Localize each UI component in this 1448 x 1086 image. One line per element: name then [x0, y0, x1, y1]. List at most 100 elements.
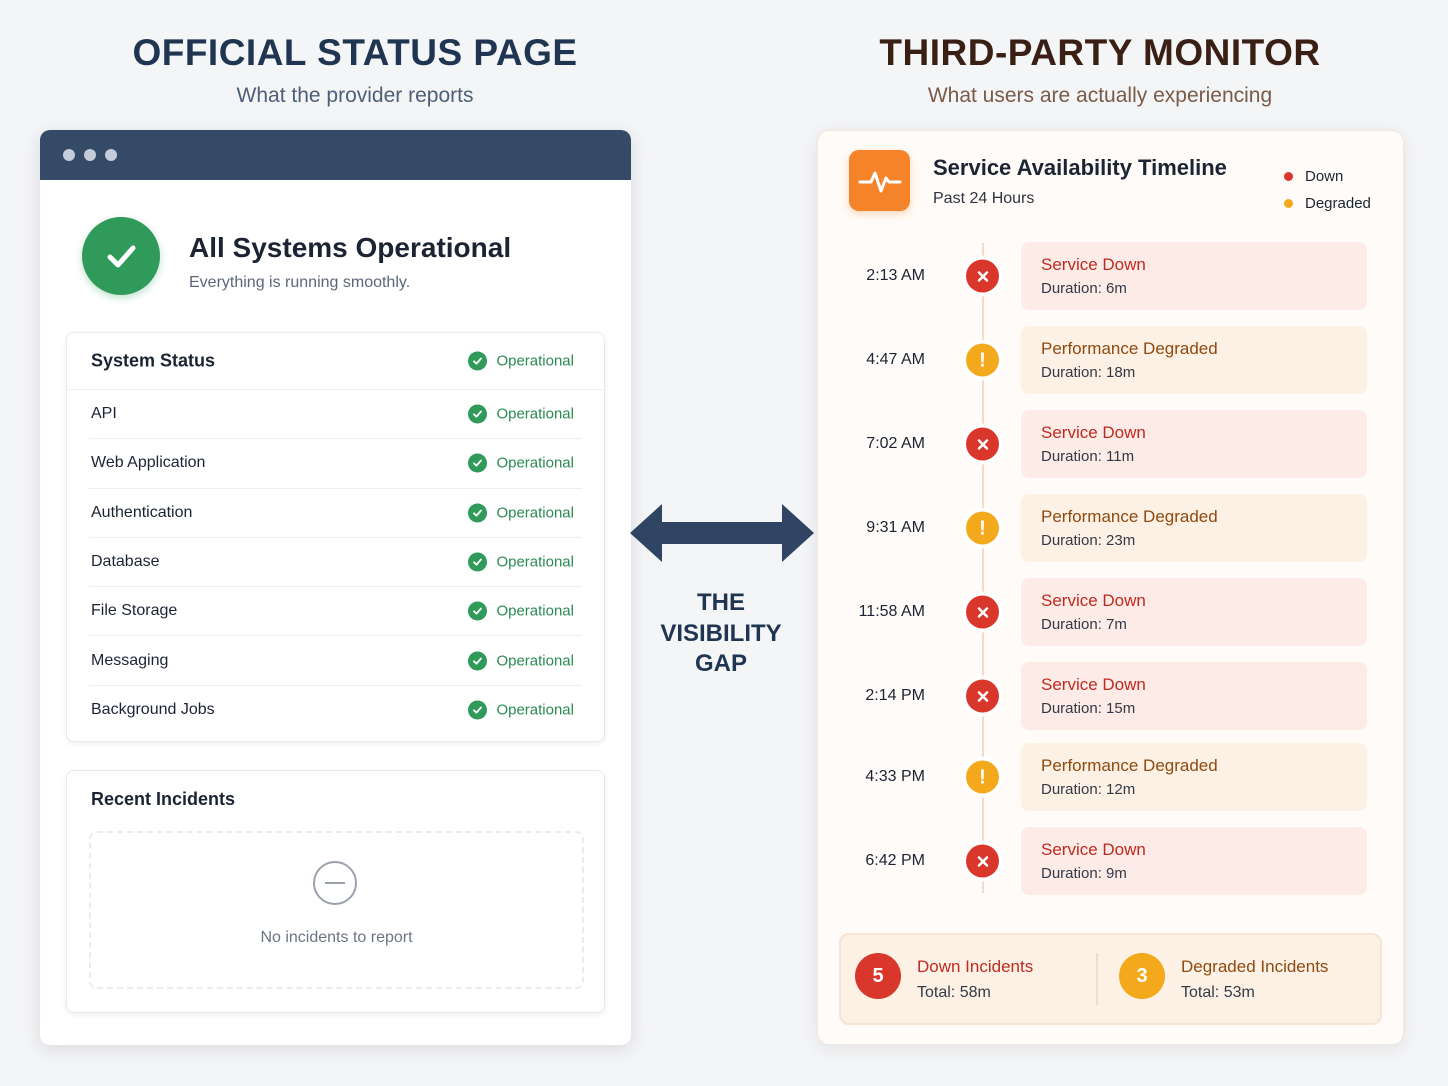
check-icon	[468, 453, 488, 473]
component-status: Operational	[468, 700, 574, 720]
event-duration: Duration: 11m	[1041, 448, 1135, 465]
check-icon	[468, 552, 488, 572]
monitor-panel: Service Availability Timeline Past 24 Ho…	[817, 130, 1404, 1045]
event-time: 11:58 AM	[858, 603, 925, 620]
event-card[interactable]: Service Down Duration: 6m	[1021, 242, 1367, 310]
event-time: 4:47 AM	[866, 351, 925, 368]
hero-subtitle: Everything is running smoothly.	[189, 274, 411, 291]
system-status-card: System Status Operational API Operationa…	[66, 332, 605, 742]
legend-dot-down	[1284, 172, 1293, 181]
summary-degraded: 3 Degraded Incidents Total: 53m	[1098, 935, 1382, 1023]
component-name: File Storage	[91, 602, 178, 620]
event-card[interactable]: Performance Degraded Duration: 23m	[1021, 494, 1367, 562]
event-card[interactable]: Performance Degraded Duration: 18m	[1021, 326, 1367, 394]
status-label: Operational	[496, 602, 574, 620]
legend-label: Degraded	[1305, 195, 1371, 212]
component-name: Background Jobs	[91, 701, 215, 719]
event-label: Performance Degraded	[1041, 756, 1218, 775]
recent-incidents-title: Recent Incidents	[91, 789, 236, 809]
event-label: Service Down	[1041, 423, 1146, 442]
window-dot-3[interactable]	[105, 149, 117, 161]
third-party-title: THIRD-PARTY MONITOR	[879, 32, 1321, 73]
component-status: Operational	[468, 601, 574, 621]
component-name: Messaging	[91, 651, 169, 669]
event-card[interactable]: Service Down Duration: 7m	[1021, 578, 1367, 646]
status-label: Operational	[496, 454, 574, 472]
degraded-incidents-total: Total: 53m	[1181, 984, 1255, 1001]
check-icon	[468, 651, 488, 671]
status-row-background-jobs: Background Jobs Operational	[89, 686, 582, 735]
gap-label-line-1: THE	[697, 589, 745, 616]
event-card[interactable]: Service Down Duration: 9m	[1021, 827, 1367, 895]
timeline-event: 2:13 AM Service Down Duration: 6m	[818, 242, 1405, 310]
exclamation-circle-icon: !	[966, 343, 999, 377]
minus-circle-icon	[313, 861, 357, 905]
incident-summary: 5 Down Incidents Total: 58m 3 Degraded I…	[839, 933, 1382, 1025]
window-dot-2[interactable]	[84, 149, 96, 161]
summary-down: 5 Down Incidents Total: 58m	[841, 935, 1096, 1023]
x-circle-icon	[966, 259, 999, 293]
degraded-count-badge: 3	[1119, 953, 1165, 999]
status-row-api: API Operational	[89, 390, 582, 440]
x-circle-icon	[966, 595, 999, 629]
down-incidents-total: Total: 58m	[917, 984, 991, 1001]
event-label: Service Down	[1041, 840, 1146, 859]
degraded-incidents-label: Degraded Incidents	[1181, 957, 1329, 976]
official-status-heading: OFFICIAL STATUS PAGE What the provider r…	[40, 32, 670, 108]
timeline-event: 4:33 PM ! Performance Degraded Duration:…	[818, 743, 1405, 811]
event-label: Performance Degraded	[1041, 507, 1218, 526]
monitor-subtitle: Past 24 Hours	[933, 190, 1035, 207]
component-name: Authentication	[91, 503, 193, 521]
recent-incidents-card: Recent Incidents No incidents to report	[66, 770, 605, 1013]
hero-title: All Systems Operational	[189, 232, 512, 263]
window-dot-1[interactable]	[63, 149, 75, 161]
status-label: Operational	[496, 652, 574, 670]
event-label: Service Down	[1041, 255, 1146, 274]
event-card[interactable]: Service Down Duration: 11m	[1021, 410, 1367, 478]
legend-item-degraded: Degraded	[1284, 190, 1371, 217]
x-circle-icon	[966, 427, 999, 461]
double-arrow-icon	[630, 504, 814, 562]
check-icon	[468, 351, 488, 371]
pulse-icon	[849, 150, 910, 211]
exclamation-circle-icon: !	[966, 511, 999, 545]
incidents-empty-state: No incidents to report	[89, 831, 584, 989]
component-name: Database	[91, 553, 160, 571]
check-circle-icon	[82, 217, 160, 295]
status-label: Operational	[496, 352, 574, 370]
legend: Down Degraded	[1284, 163, 1371, 217]
x-circle-icon	[966, 844, 999, 878]
event-time: 9:31 AM	[866, 519, 925, 536]
x-circle-icon	[966, 679, 999, 713]
status-page-window: All Systems Operational Everything is ru…	[40, 130, 631, 1045]
status-hero: All Systems Operational Everything is ru…	[40, 180, 631, 330]
status-label: Operational	[496, 553, 574, 571]
legend-dot-degraded	[1284, 199, 1293, 208]
event-label: Performance Degraded	[1041, 339, 1218, 358]
system-status-header: System Status Operational	[67, 333, 604, 390]
event-label: Service Down	[1041, 591, 1146, 610]
event-card[interactable]: Service Down Duration: 15m	[1021, 662, 1367, 730]
event-time: 6:42 PM	[865, 852, 925, 869]
event-duration: Duration: 23m	[1041, 532, 1136, 549]
check-icon	[468, 601, 488, 621]
event-duration: Duration: 15m	[1041, 700, 1136, 717]
status-label: Operational	[496, 701, 574, 719]
no-incidents-text: No incidents to report	[260, 929, 413, 946]
timeline-event: 4:47 AM ! Performance Degraded Duration:…	[818, 326, 1405, 394]
timeline-event: 2:14 PM Service Down Duration: 15m	[818, 662, 1405, 730]
check-icon	[468, 503, 488, 523]
timeline-event: 9:31 AM ! Performance Degraded Duration:…	[818, 494, 1405, 562]
component-name: Web Application	[91, 454, 206, 472]
third-party-subtitle: What users are actually experiencing	[927, 84, 1273, 107]
component-status: Operational	[468, 651, 574, 671]
event-card[interactable]: Performance Degraded Duration: 12m	[1021, 743, 1367, 811]
monitor-title: Service Availability Timeline	[933, 155, 1227, 180]
event-duration: Duration: 12m	[1041, 781, 1136, 798]
event-time: 7:02 AM	[866, 435, 925, 452]
window-title-bar	[40, 130, 631, 180]
event-duration: Duration: 6m	[1041, 280, 1127, 297]
status-row-file-storage: File Storage Operational	[89, 587, 582, 637]
gap-label-line-2: VISIBILITY	[660, 619, 782, 647]
event-time: 2:14 PM	[865, 687, 925, 704]
